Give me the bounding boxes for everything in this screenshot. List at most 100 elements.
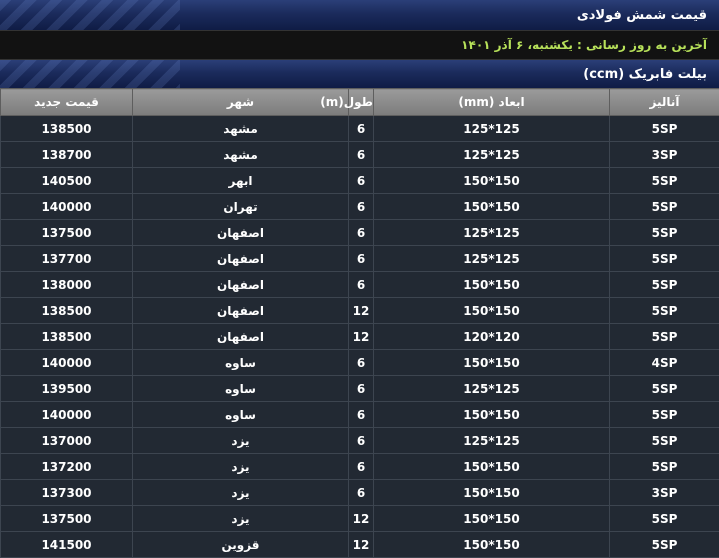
cell-city: اصفهان <box>132 297 349 324</box>
cell-length: 6 <box>348 193 374 220</box>
cell-dimensions: 150*150 <box>373 271 610 298</box>
column-header-new-price: قیمت جدید <box>0 88 133 116</box>
cell-new-price: 140000 <box>0 193 133 220</box>
cell-dimensions: 125*125 <box>373 141 610 168</box>
cell-city: اصفهان <box>132 323 349 350</box>
cell-length: 6 <box>348 245 374 272</box>
section-header: بیلت فابریک (ccm) <box>0 60 719 88</box>
table-row: 4SP 150*150 6 ساوه 140000 <box>0 349 719 376</box>
cell-analysis: 5SP <box>609 401 719 428</box>
price-page: قیمت شمش فولادی آخرین به روز رسانی : یکش… <box>0 0 719 558</box>
cell-new-price: 137500 <box>0 219 133 246</box>
cell-new-price: 138500 <box>0 297 133 324</box>
cell-analysis: 5SP <box>609 323 719 350</box>
cell-analysis: 5SP <box>609 427 719 454</box>
cell-dimensions: 150*150 <box>373 479 610 506</box>
cell-new-price: 138500 <box>0 115 133 142</box>
table-row: 5SP 120*120 12 اصفهان 138500 <box>0 323 719 350</box>
cell-analysis: 4SP <box>609 349 719 376</box>
cell-city: اصفهان <box>132 271 349 298</box>
cell-analysis: 3SP <box>609 141 719 168</box>
cell-length: 6 <box>348 167 374 194</box>
cell-new-price: 141500 <box>0 531 133 558</box>
table-row: 5SP 150*150 12 یزد 137500 <box>0 505 719 532</box>
cell-length: 12 <box>348 297 374 324</box>
cell-city: ساوه <box>132 401 349 428</box>
table-row: 5SP 125*125 6 یزد 137000 <box>0 427 719 454</box>
column-header-analysis: آنالیز <box>609 88 719 116</box>
table-row: 3SP 125*125 6 مشهد 138700 <box>0 141 719 168</box>
cell-length: 12 <box>348 505 374 532</box>
cell-city: ابهر <box>132 167 349 194</box>
cell-city: یزد <box>132 453 349 480</box>
table-row: 5SP 150*150 12 اصفهان 138500 <box>0 297 719 324</box>
header-row: آنالیز ابعاد (mm) طول(m) شهر قیمت جدید <box>0 88 719 116</box>
table-header: آنالیز ابعاد (mm) طول(m) شهر قیمت جدید <box>0 88 719 116</box>
cell-new-price: 138000 <box>0 271 133 298</box>
table-row: 5SP 150*150 6 ابهر 140500 <box>0 167 719 194</box>
page-title: قیمت شمش فولادی <box>576 7 707 23</box>
cell-city: مشهد <box>132 115 349 142</box>
table-row: 5SP 150*150 6 یزد 137200 <box>0 453 719 480</box>
cell-new-price: 140000 <box>0 349 133 376</box>
cell-dimensions: 150*150 <box>373 531 610 558</box>
cell-dimensions: 125*125 <box>373 427 610 454</box>
cell-dimensions: 150*150 <box>373 167 610 194</box>
cell-new-price: 137300 <box>0 479 133 506</box>
table-row: 5SP 125*125 6 اصفهان 137500 <box>0 219 719 246</box>
cell-analysis: 5SP <box>609 167 719 194</box>
column-header-dimensions: ابعاد (mm) <box>373 88 610 116</box>
cell-dimensions: 120*120 <box>373 323 610 350</box>
cell-city: اصفهان <box>132 245 349 272</box>
cell-city: ساوه <box>132 349 349 376</box>
cell-length: 6 <box>348 401 374 428</box>
cell-dimensions: 150*150 <box>373 193 610 220</box>
cell-length: 12 <box>348 323 374 350</box>
column-header-city: شهر <box>132 88 349 116</box>
table-row: 5SP 150*150 6 اصفهان 138000 <box>0 271 719 298</box>
cell-analysis: 5SP <box>609 219 719 246</box>
section-title: بیلت فابریک (ccm) <box>583 66 707 82</box>
cell-analysis: 5SP <box>609 115 719 142</box>
cell-new-price: 139500 <box>0 375 133 402</box>
cell-analysis: 3SP <box>609 479 719 506</box>
cell-length: 12 <box>348 531 374 558</box>
last-update-text: آخرین به روز رسانی : یکشنبه، ۶ آذر ۱۴۰۱ <box>461 38 707 52</box>
column-header-length: طول(m) <box>320 88 374 116</box>
cell-analysis: 5SP <box>609 271 719 298</box>
cell-city: اصفهان <box>132 219 349 246</box>
cell-length: 6 <box>348 349 374 376</box>
table-row: 5SP 150*150 6 تهران 140000 <box>0 193 719 220</box>
cell-length: 6 <box>348 453 374 480</box>
table-row: 5SP 150*150 12 قزوین 141500 <box>0 531 719 558</box>
cell-dimensions: 150*150 <box>373 401 610 428</box>
cell-length: 6 <box>348 219 374 246</box>
cell-new-price: 138700 <box>0 141 133 168</box>
table-row: 5SP 125*125 6 اصفهان 137700 <box>0 245 719 272</box>
cell-dimensions: 125*125 <box>373 219 610 246</box>
cell-new-price: 137200 <box>0 453 133 480</box>
table-row: 5SP 125*125 6 ساوه 139500 <box>0 375 719 402</box>
cell-dimensions: 125*125 <box>373 115 610 142</box>
cell-dimensions: 150*150 <box>373 453 610 480</box>
cell-length: 6 <box>348 141 374 168</box>
table-row: 3SP 150*150 6 یزد 137300 <box>0 479 719 506</box>
cell-new-price: 137700 <box>0 245 133 272</box>
cell-length: 6 <box>348 479 374 506</box>
cell-city: یزد <box>132 505 349 532</box>
cell-new-price: 138500 <box>0 323 133 350</box>
table-row: 5SP 125*125 6 مشهد 138500 <box>0 115 719 142</box>
update-bar: آخرین به روز رسانی : یکشنبه، ۶ آذر ۱۴۰۱ <box>0 30 719 60</box>
cell-analysis: 5SP <box>609 375 719 402</box>
cell-city: یزد <box>132 427 349 454</box>
cell-city: ساوه <box>132 375 349 402</box>
cell-analysis: 5SP <box>609 505 719 532</box>
cell-analysis: 5SP <box>609 453 719 480</box>
page-header: قیمت شمش فولادی <box>0 0 719 30</box>
cell-city: قزوین <box>132 531 349 558</box>
cell-dimensions: 125*125 <box>373 245 610 272</box>
cell-new-price: 140000 <box>0 401 133 428</box>
cell-length: 6 <box>348 271 374 298</box>
cell-new-price: 137500 <box>0 505 133 532</box>
cell-analysis: 5SP <box>609 297 719 324</box>
